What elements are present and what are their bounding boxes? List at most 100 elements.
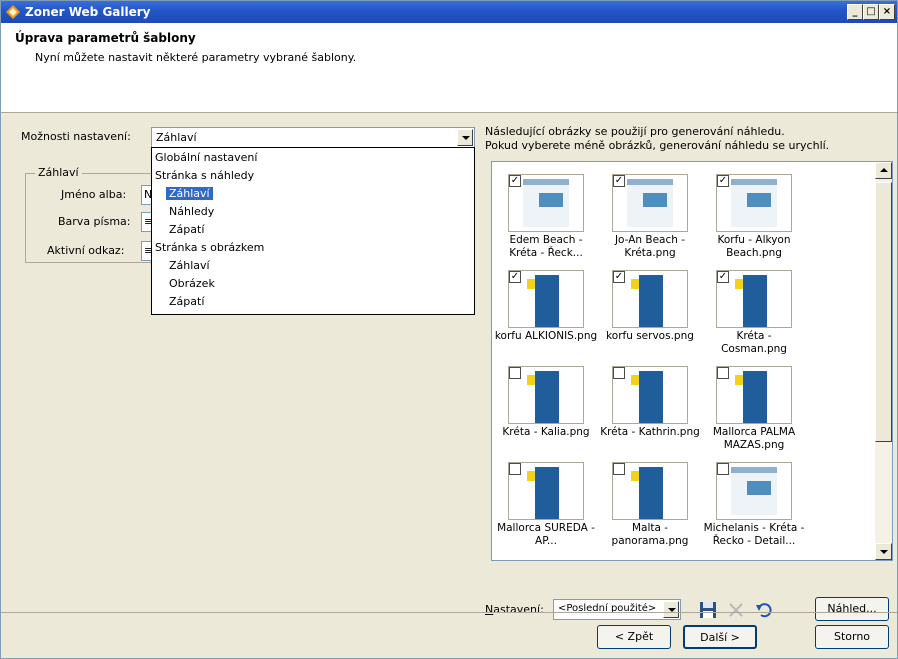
dropdown-item-thumbs-footer[interactable]: Zápatí — [169, 222, 204, 238]
thumbnail-image[interactable] — [612, 366, 688, 424]
thumbnail-item[interactable]: ✓ Jo-An Beach - Kréta.png — [602, 166, 704, 262]
thumbnail-checkbox[interactable]: ✓ — [613, 271, 625, 283]
thumbnail-image[interactable] — [716, 462, 792, 520]
thumbnail-caption: Edem Beach - Kréta - Řeck... — [509, 234, 583, 259]
dropdown-item-label: Stránka s obrázkem — [155, 241, 265, 254]
page-preview-accent — [631, 375, 639, 385]
page-preview-accent — [631, 279, 639, 289]
thumbnail-checkbox[interactable]: ✓ — [613, 175, 625, 187]
dropdown-item-global[interactable]: Globální nastavení — [155, 150, 257, 166]
thumbnail-item[interactable]: ✓ korfu servos.png — [602, 262, 704, 358]
dropdown-item-label: Obrázek — [169, 277, 215, 290]
thumbnail-item[interactable]: Mallorca PALMA MAZAS.png — [706, 358, 808, 454]
thumbnail-checkbox[interactable] — [717, 367, 729, 379]
thumbnail-checkbox[interactable] — [613, 463, 625, 475]
dropdown-item-image-body[interactable]: Obrázek — [169, 276, 215, 292]
thumbnail-image[interactable]: ✓ — [612, 174, 688, 232]
page-preview-accent — [527, 471, 535, 481]
thumbnail-caption: Michelanis - Kréta - Řecko - Detail... — [703, 522, 805, 547]
thumbnail-image[interactable]: ✓ — [716, 174, 792, 232]
thumbnail-checkbox[interactable]: ✓ — [717, 271, 729, 283]
thumbnail-image[interactable]: ✓ — [508, 174, 584, 232]
page-preview-body — [639, 275, 663, 327]
thumbnail-image[interactable] — [716, 366, 792, 424]
scroll-up-button[interactable] — [875, 162, 892, 179]
thumbnail-caption: Malta - panorama.png — [611, 522, 689, 547]
preview-info-line1: Následující obrázky se použijí pro gener… — [485, 125, 785, 138]
dropdown-item-image-header[interactable]: Záhlaví — [169, 258, 210, 274]
dropdown-item-image-footer[interactable]: Zápatí — [169, 294, 204, 310]
thumbnail-caption: korfu servos.png — [606, 330, 694, 342]
thumbnail-caption: Mallorca PALMA MAZAS.png — [712, 426, 796, 451]
thumbnail-caption: Korfu - Alkyon Beach.png — [717, 234, 791, 259]
dropdown-item-label: Globální nastavení — [155, 151, 258, 164]
page-preview-accent — [735, 375, 743, 385]
thumbnail-item[interactable]: ✓ korfu ALKIONIS.png — [495, 262, 600, 358]
album-name-label: Jméno alba: — [61, 188, 127, 201]
undo-icon[interactable] — [753, 599, 775, 621]
dropdown-item-thumbs-header[interactable]: Záhlaví — [166, 186, 213, 202]
maximize-button[interactable]: □ — [863, 4, 879, 20]
preview-info-line2: Pokud vyberete méně obrázků, generování … — [485, 139, 830, 152]
thumbnail-checkbox[interactable]: ✓ — [509, 175, 521, 187]
thumbnail-item[interactable]: Kréta - Kathrin.png — [600, 358, 704, 454]
thumbnail-item[interactable]: ✓ Edem Beach - Kréta - Řeck... — [498, 166, 600, 262]
thumbnail-checkbox[interactable] — [717, 463, 729, 475]
page-preview-photo — [539, 193, 563, 207]
page-preview-accent — [527, 279, 535, 289]
close-button[interactable]: × — [879, 4, 895, 20]
thumbnail-checkbox[interactable] — [509, 367, 521, 379]
next-button[interactable]: Další > — [683, 625, 757, 649]
thumbnail-item[interactable]: Mallorca SUREDA - AP... — [497, 454, 600, 550]
thumbnail-checkbox[interactable] — [509, 463, 521, 475]
cancel-button[interactable]: Storno — [815, 625, 889, 649]
thumbnail-caption: Kréta - Cosman.png — [721, 330, 787, 355]
thumbnail-item[interactable]: Michelanis - Kréta - Řecko - Detail... — [704, 454, 808, 550]
thumbnail-checkbox[interactable] — [613, 367, 625, 379]
chevron-down-icon[interactable] — [457, 129, 473, 146]
thumbnail-checkbox[interactable]: ✓ — [509, 271, 521, 283]
thumbnail-caption: Kréta - Kalia.png — [502, 426, 590, 438]
thumbnails-panel[interactable]: ✓ Edem Beach - Kréta - Řeck... ✓ Jo-An Beac… — [491, 161, 893, 561]
thumbnail-item[interactable]: ✓ Kréta - Cosman.png — [706, 262, 808, 358]
dropdown-item-label: Zápatí — [169, 223, 205, 236]
active-link-label: Aktivní odkaz: — [47, 244, 125, 257]
vertical-scrollbar[interactable] — [875, 162, 892, 560]
dropdown-item-label: Náhledy — [169, 205, 215, 218]
thumbnail-image[interactable]: ✓ — [612, 270, 688, 328]
dropdown-item-thumbs-previews[interactable]: Náhledy — [169, 204, 214, 220]
scroll-thumb[interactable] — [875, 182, 892, 442]
thumbnail-item[interactable]: Malta - panorama.png — [602, 454, 704, 550]
main-window: Zoner Web Gallery _ □ × Úprava parametrů… — [0, 0, 898, 659]
dropdown-item-label: Stránka s náhledy — [155, 169, 255, 182]
thumbnail-image[interactable] — [508, 462, 584, 520]
preview-button[interactable]: Náhled... — [815, 597, 889, 621]
back-button[interactable]: < Zpět — [597, 625, 671, 649]
titlebar: Zoner Web Gallery _ □ × — [1, 1, 897, 23]
thumbnail-image[interactable]: ✓ — [716, 270, 792, 328]
thumbnail-checkbox[interactable]: ✓ — [717, 175, 729, 187]
scroll-down-button[interactable] — [875, 543, 892, 560]
options-select-value: Záhlaví — [156, 131, 197, 144]
page-preview-header — [627, 179, 673, 185]
thumbnail-image[interactable] — [508, 366, 584, 424]
chevron-down-icon[interactable] — [663, 601, 679, 618]
dropdown-item-image-page[interactable]: Stránka s obrázkem — [155, 240, 264, 256]
settings-preset-select[interactable]: <Poslední použité> — [553, 599, 681, 620]
thumbnail-item[interactable]: ✓ Korfu - Alkyon Beach.png — [706, 166, 808, 262]
page-preview-body — [535, 275, 559, 327]
thumbnail-image[interactable] — [612, 462, 688, 520]
font-color-label: Barva písma: — [58, 215, 131, 228]
page-preview-photo — [747, 481, 771, 495]
page-preview-photo — [747, 193, 771, 207]
thumbnail-item[interactable]: Kréta - Kalia.png — [498, 358, 600, 454]
save-icon[interactable] — [697, 599, 719, 621]
page-title: Úprava parametrů šablony — [15, 31, 196, 45]
options-select[interactable]: Záhlaví — [151, 127, 475, 148]
page-preview-body — [535, 467, 559, 519]
delete-icon[interactable] — [725, 599, 747, 621]
dropdown-item-thumbs-page[interactable]: Stránka s náhledy — [155, 168, 254, 184]
minimize-button[interactable]: _ — [847, 4, 863, 20]
thumbnail-image[interactable]: ✓ — [508, 270, 584, 328]
page-subtitle: Nyní můžete nastavit některé parametry v… — [35, 51, 357, 64]
